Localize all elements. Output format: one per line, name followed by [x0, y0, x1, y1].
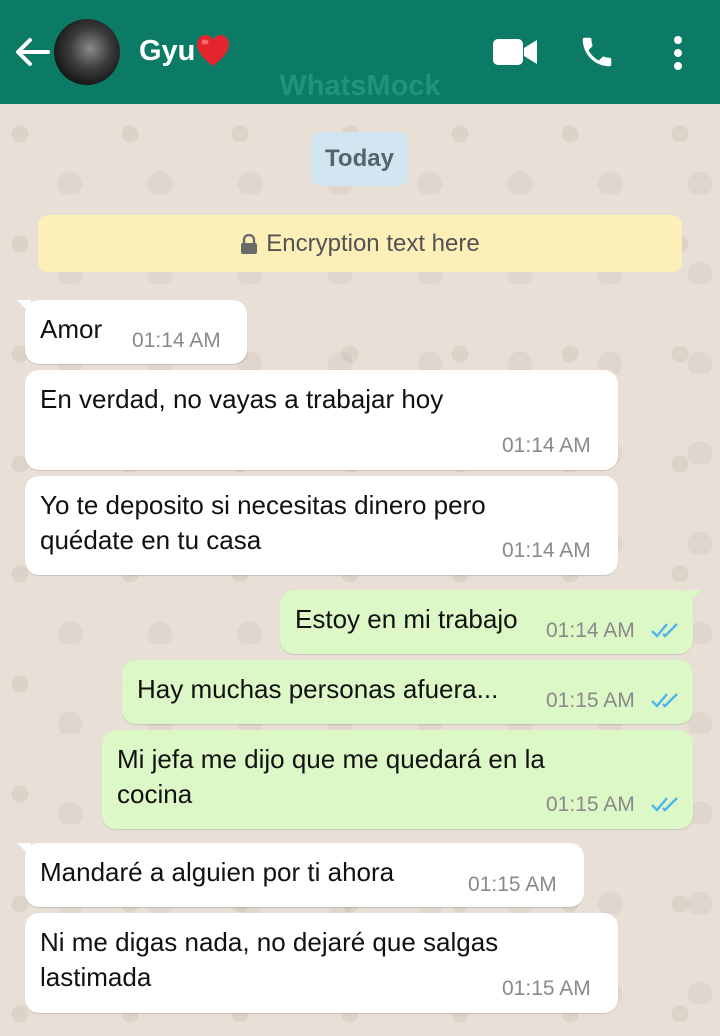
date-label: Today [325, 145, 394, 172]
message-text: Hay muchas personas afuera... [137, 674, 499, 704]
message-bubble-incoming[interactable]: Ni me digas nada, no dejaré que salgas l… [25, 913, 618, 1013]
double-check-icon [651, 797, 678, 812]
message-text-line-1: Ni me digas nada, no dejaré que salgas [40, 927, 499, 957]
double-check-icon [651, 623, 678, 638]
message-bubble-incoming[interactable]: Amor 01:14 AM [17, 300, 247, 364]
lock-icon [241, 233, 258, 254]
message-time: 01:14 AM [502, 434, 591, 457]
contact-name[interactable]: Gyu [139, 35, 195, 68]
message-text-line-1: Mi jefa me dijo que me quedará en la [117, 744, 545, 774]
message-text: Amor [40, 314, 103, 344]
message-bubble-outgoing[interactable]: Mi jefa me dijo que me quedará en la coc… [102, 730, 693, 829]
encryption-text: Encryption text here [266, 229, 480, 257]
back-arrow-icon[interactable] [12, 34, 52, 70]
message-time: 01:14 AM [502, 539, 591, 562]
phone-icon[interactable] [578, 33, 616, 71]
bubble-tail [687, 590, 701, 604]
watermark: WhatsMock [279, 70, 441, 102]
message-bubble-incoming[interactable]: En verdad, no vayas a trabajar hoy 01:14… [25, 370, 618, 470]
message-text: Estoy en mi trabajo [295, 604, 518, 634]
more-vert-icon[interactable] [668, 34, 688, 72]
chat-header: Gyu WhatsMock [0, 0, 720, 104]
video-call-icon[interactable] [492, 36, 538, 68]
message-text-line-1: Yo te deposito si necesitas dinero pero [40, 490, 486, 520]
bubble-tail [17, 843, 31, 857]
message-time: 01:14 AM [546, 619, 635, 642]
heart-icon [197, 35, 229, 66]
message-bubble-outgoing[interactable]: Hay muchas personas afuera... 01:15 AM [122, 660, 693, 724]
message-text-line-2: quédate en tu casa [40, 525, 262, 555]
message-time: 01:15 AM [546, 689, 635, 712]
encryption-notice[interactable]: Encryption text here [38, 215, 682, 272]
message-text-line-2: lastimada [40, 962, 152, 992]
double-check-icon [651, 693, 678, 708]
message-text: En verdad, no vayas a trabajar hoy [40, 384, 444, 414]
message-time: 01:15 AM [468, 873, 557, 896]
message-text-line-2: cocina [117, 779, 193, 809]
message-text: Mandaré a alguien por ti ahora [40, 857, 395, 887]
message-time: 01:14 AM [132, 329, 221, 352]
message-bubble-incoming[interactable]: Yo te deposito si necesitas dinero pero … [25, 476, 618, 575]
message-time: 01:15 AM [502, 977, 591, 1000]
message-bubble-incoming[interactable]: Mandaré a alguien por ti ahora 01:15 AM [17, 843, 584, 907]
bubble-tail [17, 300, 31, 314]
message-time: 01:15 AM [546, 793, 635, 816]
message-bubble-outgoing[interactable]: Estoy en mi trabajo 01:14 AM [280, 590, 701, 654]
date-chip: Today [311, 132, 408, 186]
